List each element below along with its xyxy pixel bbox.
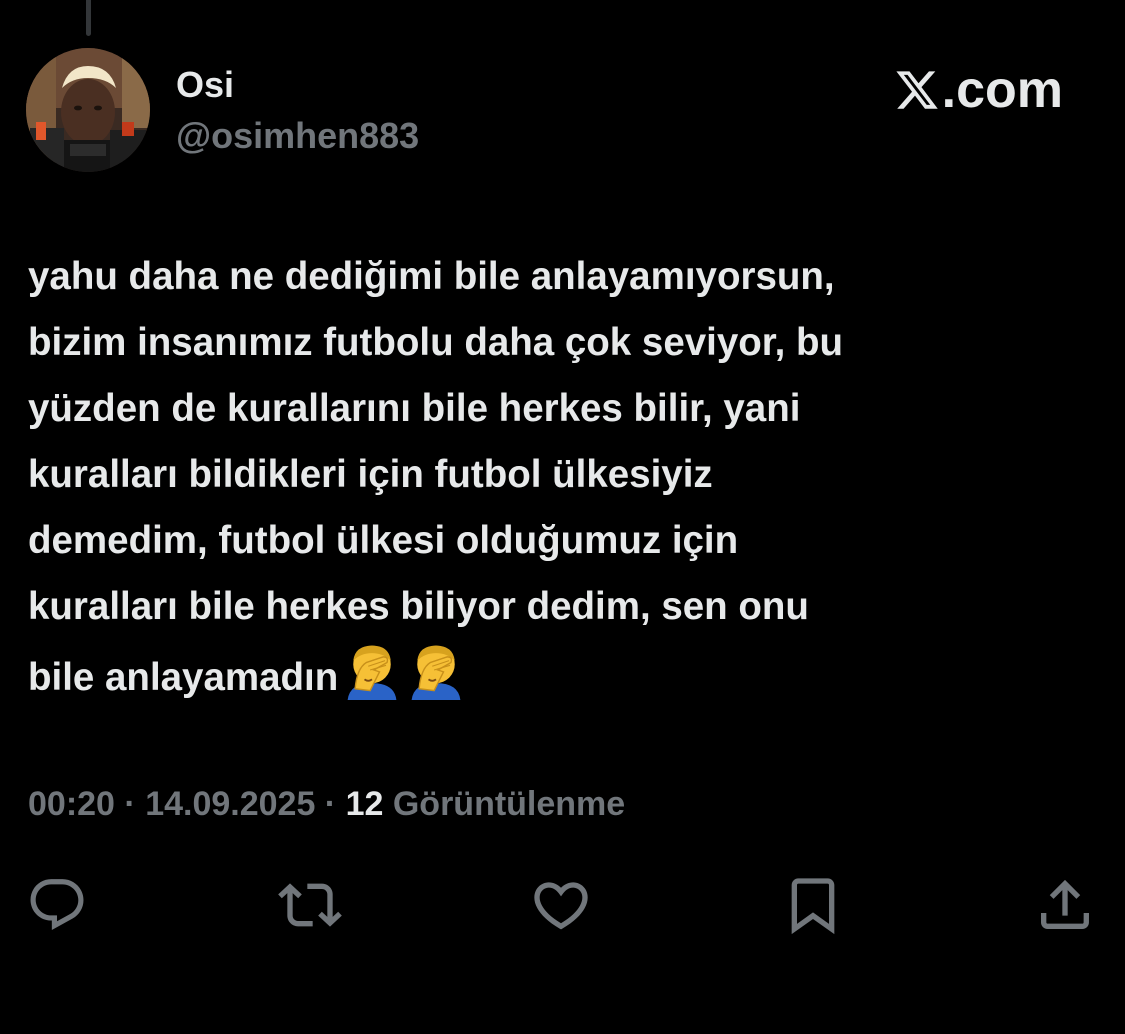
views-count[interactable]: 12 — [346, 785, 384, 823]
tweet-action-bar — [0, 872, 1125, 942]
repost-button[interactable] — [277, 872, 343, 938]
man-facepalming-icon — [347, 645, 397, 700]
emoji-group — [342, 640, 470, 721]
tweet-text: yahu daha ne dediğimi bile anlayamıyorsu… — [28, 244, 1103, 706]
avatar-image — [26, 48, 150, 172]
x-com-watermark: .com — [894, 62, 1063, 118]
share-icon — [1041, 879, 1089, 929]
tweet-text-line: kuralları bildikleri için futbol ülkesiy… — [28, 453, 713, 496]
repost-icon — [278, 883, 342, 927]
x-logo-icon — [896, 71, 938, 109]
like-button[interactable] — [528, 872, 594, 938]
reply-button[interactable] — [24, 872, 90, 938]
heart-icon — [534, 882, 588, 930]
share-button[interactable] — [1032, 872, 1098, 938]
tweet-text-line: bizim insanımız futbolu daha çok seviyor… — [28, 321, 844, 364]
tweet-date[interactable]: 14.09.2025 — [145, 785, 315, 823]
tweet-text-last-line: bile anlayamadın — [28, 640, 1103, 706]
views-label[interactable]: Görüntülenme — [383, 785, 625, 823]
tweet-time[interactable]: 00:20 — [28, 785, 115, 823]
reply-icon — [30, 879, 84, 931]
brand-domain-text: .com — [941, 61, 1063, 119]
meta-separator: · — [315, 785, 346, 823]
tweet-metadata: 00:20 · 14.09.2025 · 12 Görüntülenme — [28, 782, 625, 826]
tweet-text-line: yüzden de kurallarını bile herkes bilir,… — [28, 387, 801, 430]
bookmark-icon — [791, 878, 835, 935]
thread-connector-line — [86, 0, 91, 36]
avatar[interactable] — [26, 48, 150, 172]
meta-separator: · — [114, 785, 146, 823]
man-facepalming-icon — [411, 645, 461, 700]
tweet-text-line: yahu daha ne dediğimi bile anlayamıyorsu… — [28, 255, 835, 298]
bookmark-button[interactable] — [780, 872, 846, 938]
tweet-text-line: bile anlayamadın — [28, 656, 339, 699]
tweet-text-line: kuralları bile herkes biliyor dedim, sen… — [28, 585, 809, 628]
author-display-name[interactable]: Osi — [176, 64, 234, 106]
tweet-text-line: demedim, futbol ülkesi olduğumuz için — [28, 519, 739, 562]
author-handle[interactable]: @osimhen883 — [176, 114, 419, 158]
